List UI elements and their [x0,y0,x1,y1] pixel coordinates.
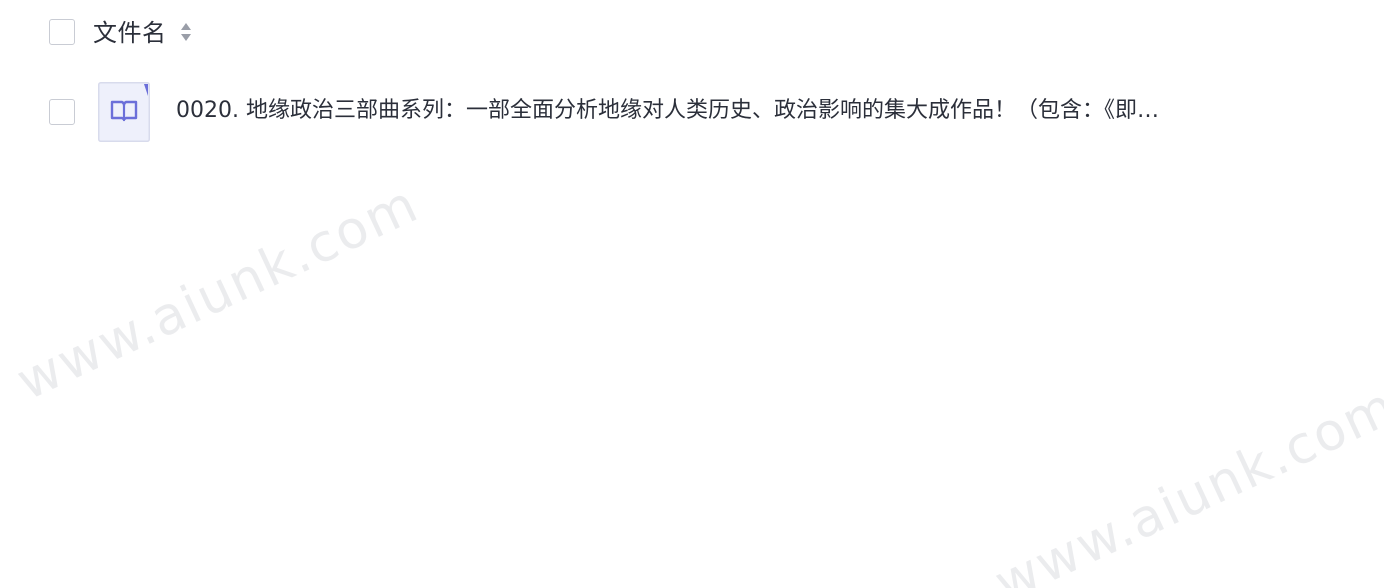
file-row-checkbox[interactable] [49,99,75,125]
sort-icon[interactable] [179,21,193,43]
file-list-page: 文件名 0020. 地缘政治三部曲系列：一部全面分析地缘对人类历史、政治影响的集… [0,0,1384,588]
file-name-link[interactable]: 0020. 地缘政治三部曲系列：一部全面分析地缘对人类历史、政治影响的集大成作品… [176,95,1256,127]
watermark-text: www.aiunk.com [8,174,428,413]
book-icon [98,82,150,142]
filename-column-header[interactable]: 文件名 [93,16,167,50]
select-all-checkbox[interactable] [49,19,75,45]
watermark-text: www.aiunk.com [986,376,1384,588]
